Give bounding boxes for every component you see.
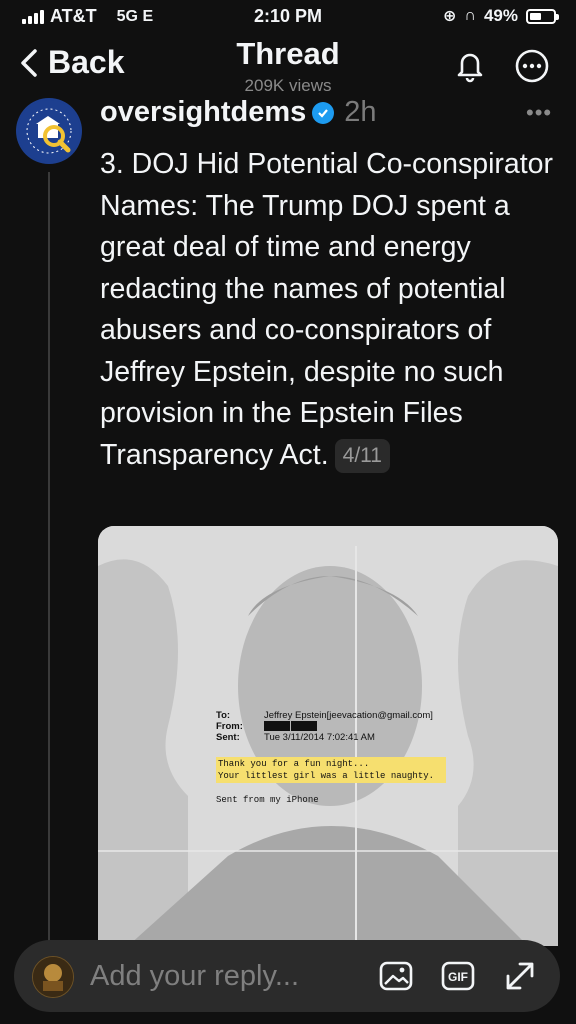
screen-lock-icon: ⊕ <box>443 8 457 25</box>
author-name[interactable]: oversightdems <box>100 96 306 129</box>
email-to-value: Jeffrey Epstein[jeevacation@gmail.com] <box>264 710 433 721</box>
post-more-icon[interactable]: ••• <box>526 100 552 126</box>
my-avatar <box>32 956 74 998</box>
reply-bar: Add your reply... GIF <box>14 940 560 1012</box>
thread-counter: 4/11 <box>334 438 390 473</box>
message-line-1: Thank you for a fun night... <box>218 759 370 769</box>
nav-bar: Back Thread 209K views <box>0 36 576 98</box>
email-to-label: To: <box>216 710 231 721</box>
more-icon[interactable] <box>514 48 550 84</box>
redaction-bar <box>264 721 290 731</box>
email-to-row: To: Jeffrey Epstein[jeevacation@gmail.co… <box>216 710 536 721</box>
headphones-icon: ∩ <box>464 7 476 24</box>
redaction-bar <box>291 721 317 731</box>
bell-icon[interactable] <box>452 48 488 84</box>
page-title: Thread <box>236 36 340 71</box>
verified-icon <box>312 101 335 124</box>
post-text: 3. DOJ Hid Potential Co-conspirator Name… <box>100 148 554 471</box>
battery-fill <box>530 12 541 20</box>
battery-percent: 49% <box>483 6 518 25</box>
status-right: ⊕ ∩ 49% <box>443 6 559 26</box>
svg-text:GIF: GIF <box>448 970 468 984</box>
reply-input[interactable]: Add your reply... <box>90 960 299 993</box>
email-sent-label: Sent: <box>216 732 240 743</box>
image-icon[interactable] <box>378 958 414 994</box>
email-from-label: From: <box>216 721 243 732</box>
gif-icon[interactable]: GIF <box>440 958 476 994</box>
capitol-seal-icon <box>18 100 80 162</box>
battery-icon <box>526 8 559 24</box>
view-count: 209K views <box>244 76 332 95</box>
post-body: 3. DOJ Hid Potential Co-conspirator Name… <box>100 144 560 476</box>
author-avatar[interactable] <box>16 98 82 164</box>
status-bar: AT&T 5G E 2:10 PM ⊕ ∩ 49% <box>0 0 576 36</box>
message-line-2: Your littlest girl was a little naughty. <box>218 771 435 781</box>
expand-icon[interactable] <box>502 958 538 994</box>
email-signature: Sent from my iPhone <box>216 795 319 805</box>
email-sent-row: Sent: Tue 3/11/2014 7:02:41 AM <box>216 732 536 743</box>
email-from-row: From: <box>216 721 536 732</box>
post-image[interactable]: To: Jeffrey Epstein[jeevacation@gmail.co… <box>98 526 558 946</box>
tarot-avatar-icon <box>33 957 73 997</box>
post-time: 2h <box>344 96 377 128</box>
highlighted-message: Thank you for a fun night... Your little… <box>216 757 446 783</box>
email-excerpt: To: Jeffrey Epstein[jeevacation@gmail.co… <box>216 710 536 805</box>
post-header: oversightdems 2h <box>100 96 377 129</box>
email-sent-value: Tue 3/11/2014 7:02:41 AM <box>264 732 375 743</box>
thread-line <box>48 172 50 952</box>
